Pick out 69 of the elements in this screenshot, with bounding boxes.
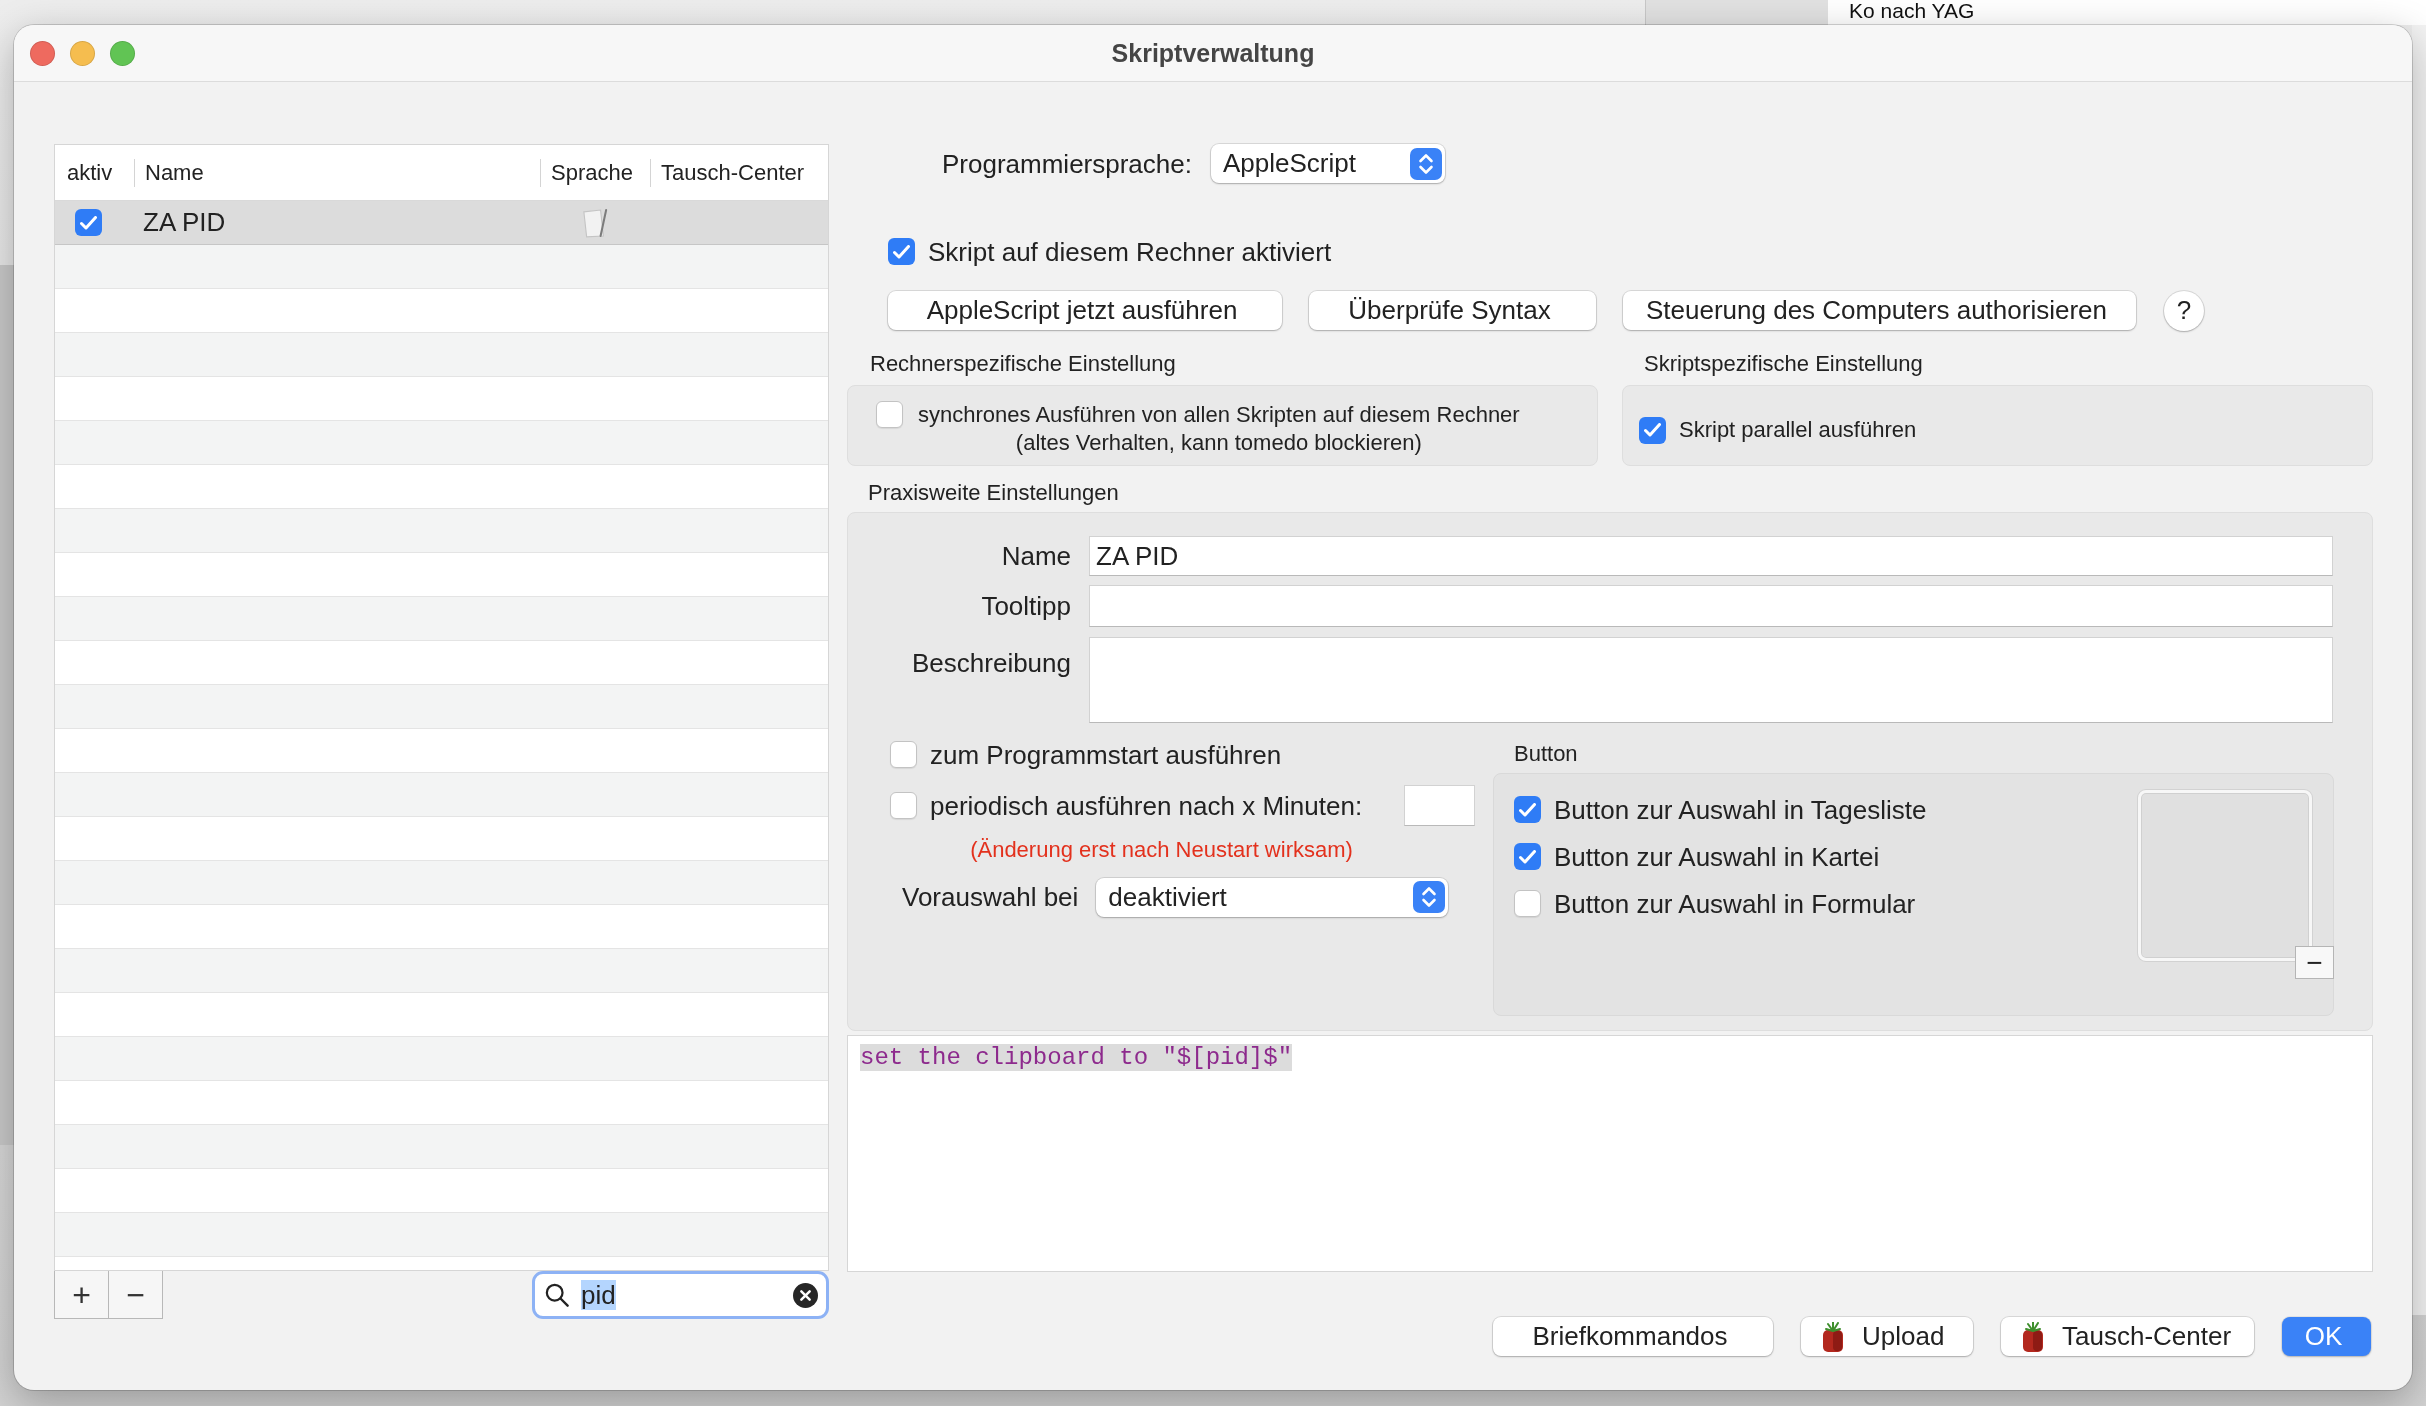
checkbox[interactable] [1639,416,1666,444]
search-field[interactable]: pid [532,1271,829,1319]
action-button[interactable]: Steuerung des Computers authorisieren [1623,291,2136,330]
checkbox-label: Button zur Auswahl in Tagesliste [1554,794,1927,825]
remove-button[interactable]: − [108,1271,163,1319]
checkmark-icon [1644,423,1661,437]
checkbox[interactable] [890,792,917,819]
add-button[interactable]: + [54,1271,109,1319]
footer-button[interactable]: Tausch-Center [2001,1317,2254,1356]
action-button[interactable]: Überprüfe Syntax [1309,291,1596,330]
clear-search-icon[interactable] [793,1282,818,1308]
checkmark-icon [893,244,910,259]
section-label: Button [1513,741,1579,767]
tomato-icon [2022,1321,2044,1352]
field-label: Vorauswahl bei [902,882,1079,912]
checkbox-label: Button zur Auswahl in Kartei [1554,841,1880,872]
checkbox[interactable] [75,209,102,236]
text-field[interactable] [1089,585,2333,627]
popup-button[interactable]: deaktiviert [1096,877,1449,917]
footer-button[interactable]: Upload [1801,1317,1973,1356]
checkbox[interactable] [876,401,903,428]
checkbox[interactable] [1514,890,1541,917]
code-editor[interactable]: set the clipboard to "$[pid]$" [847,1035,2373,1272]
field-label: Name [1000,541,1071,571]
checkmark-icon [80,215,97,230]
background-window-text: Ko nach YAG [1849,0,1975,22]
text-area[interactable] [1089,637,2333,723]
section-label: Praxisweite Einstellungen [867,480,1120,506]
footer-button[interactable]: Briefkommandos [1493,1317,1773,1356]
checkbox[interactable] [1514,843,1541,870]
field-label: Programmiersprache: [942,148,1192,179]
checkbox[interactable] [888,238,915,265]
section-label: Rechnerspezifische Einstellung [869,351,1177,377]
field-label: Tooltipp [980,591,1071,621]
checkmark-icon [1519,802,1536,817]
checkbox-label: periodisch ausführen nach x Minuten: [930,790,1363,821]
checkbox[interactable] [890,741,917,768]
zoom-button[interactable] [110,40,135,66]
updown-chevron-icon [1410,147,1442,180]
text-field[interactable]: ZA PID [1089,536,2333,576]
field-label: Beschreibung [911,647,1071,678]
checkbox-label: synchrones Ausführen von allen Skripten auf diesem Rechner (altes Verhalten, kann tomedo blockieren) [918,401,1520,457]
section-label: Skriptspezifische Einstellung [1643,351,1924,377]
window-title: Skriptverwaltung [1111,38,1315,68]
warning-note: (Änderung erst nach Neustart wirksam) [969,837,1354,863]
updown-chevron-icon [1413,881,1446,913]
remove-image-button[interactable]: − [2295,946,2334,979]
tomato-icon [1822,1321,1844,1352]
popup-button[interactable]: AppleScript [1211,144,1445,183]
checkbox-label: Skript auf diesem Rechner aktiviert [928,236,1332,267]
column-header[interactable]: aktiv [55,145,134,200]
search-icon [545,1283,569,1307]
paper-pencil-icon [582,207,608,238]
code-text: set the clipboard to "$[pid]$" [860,1044,1293,1071]
checkmark-icon [1519,849,1536,864]
minutes-field[interactable] [1404,785,1475,826]
action-button[interactable]: AppleScript jetzt ausführen [888,291,1282,330]
close-button[interactable] [30,40,55,66]
minimize-button[interactable] [70,40,95,66]
help-button[interactable]: ? [2164,290,2204,331]
checkbox-label: zum Programmstart ausführen [930,739,1282,770]
checkbox-label: Button zur Auswahl in Formular [1554,888,1916,919]
image-well[interactable] [2138,790,2312,961]
search-text: pid [581,1280,616,1310]
table-cell: ZA PID [143,207,226,238]
checkbox-label: Skript parallel ausführen [1679,416,1917,444]
checkbox[interactable] [1514,796,1541,823]
ok-button[interactable]: OK [2282,1317,2371,1356]
table-row[interactable]: ZA PID [55,201,828,245]
